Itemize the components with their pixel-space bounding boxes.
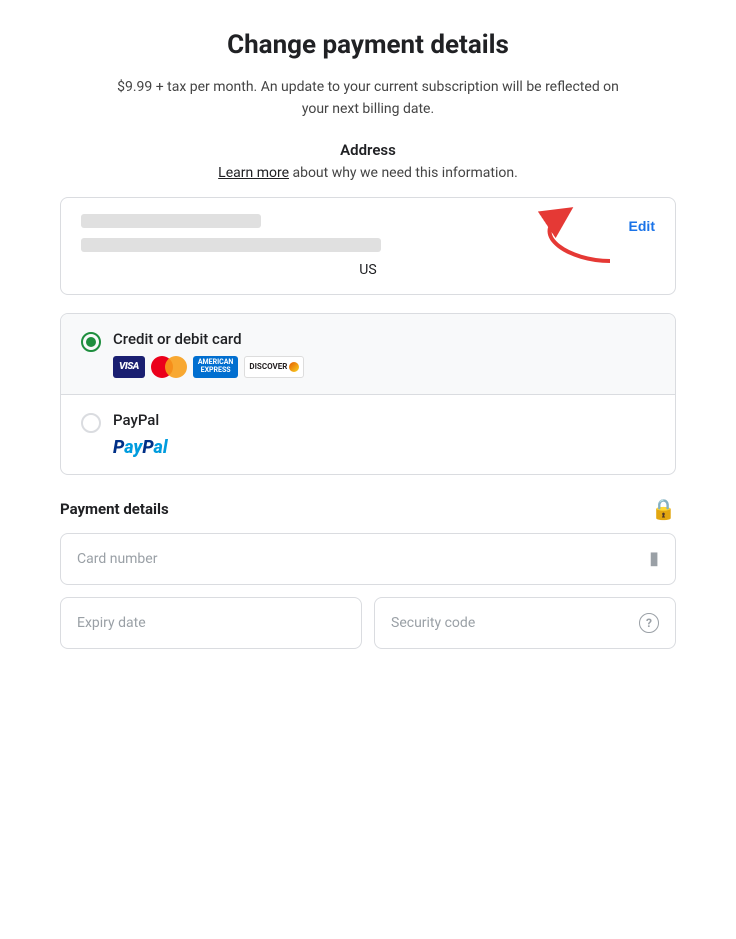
address-line-1-redacted [81, 214, 261, 228]
security-help-icon[interactable]: ? [639, 613, 659, 633]
mastercard-icon [151, 356, 187, 378]
subtitle: $9.99 + tax per month. An update to your… [108, 76, 628, 121]
expiry-date-field[interactable]: Expiry date [60, 597, 362, 649]
paypal-radio[interactable] [81, 413, 101, 433]
credit-debit-radio[interactable] [81, 332, 101, 352]
expiry-label: Expiry date [77, 615, 146, 631]
payment-method-box: Credit or debit card VISA AMERICAN EXPRE… [60, 313, 676, 475]
radio-inner [86, 337, 96, 347]
paypal-option[interactable]: PayPal PayPal [61, 395, 675, 474]
payment-details-title: Payment details [60, 500, 169, 518]
credit-debit-option[interactable]: Credit or debit card VISA AMERICAN EXPRE… [61, 314, 675, 395]
paypal-content: PayPal PayPal [113, 411, 168, 458]
discover-icon: DISCOVER [244, 356, 304, 378]
address-box: US Edit [60, 197, 676, 295]
bottom-fields: Expiry date Security code ? [60, 597, 676, 649]
learn-more-line: Learn more about why we need this inform… [218, 165, 518, 181]
security-code-field[interactable]: Security code ? [374, 597, 676, 649]
edit-button[interactable]: Edit [629, 218, 655, 234]
payment-details-header: Payment details 🔒 [60, 497, 676, 521]
card-number-label: Card number [77, 551, 157, 567]
learn-more-link[interactable]: Learn more [218, 165, 289, 181]
card-input-icon: ▮ [649, 548, 659, 569]
paypal-label: PayPal [113, 411, 168, 429]
edit-arrow-icon [510, 206, 620, 271]
page-title: Change payment details [227, 30, 509, 60]
lock-icon: 🔒 [651, 497, 676, 521]
card-icons: VISA AMERICAN EXPRESS DISCOVER [113, 356, 304, 378]
credit-debit-content: Credit or debit card VISA AMERICAN EXPRE… [113, 330, 304, 378]
address-section-label: Address [340, 141, 396, 159]
amex-icon: AMERICAN EXPRESS [193, 356, 239, 378]
paypal-logo: PayPal [113, 437, 168, 458]
security-label: Security code [391, 615, 475, 631]
address-line-2-redacted [81, 238, 381, 252]
learn-more-suffix: about why we need this information. [289, 165, 518, 181]
card-number-field[interactable]: Card number ▮ [60, 533, 676, 585]
visa-icon: VISA [113, 356, 145, 378]
credit-debit-label: Credit or debit card [113, 330, 304, 348]
